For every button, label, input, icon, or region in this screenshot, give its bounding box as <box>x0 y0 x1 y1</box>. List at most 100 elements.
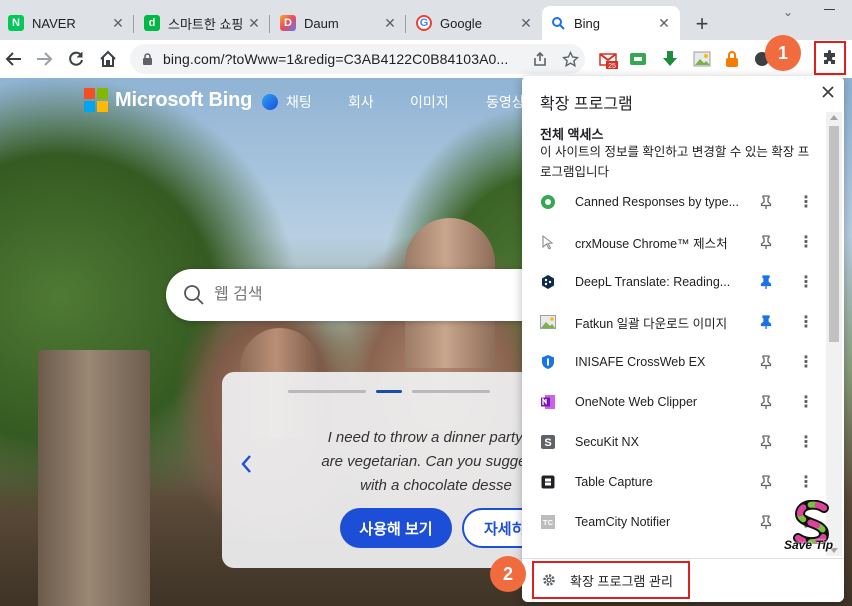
carousel-prev-button[interactable] <box>236 452 256 476</box>
extension-row-onenote[interactable]: OneNote Web Clipper ⋮ <box>522 382 828 422</box>
full-access-description: 이 사이트의 정보를 확인하고 변경할 수 있는 확장 프로그램입니다 <box>540 145 810 179</box>
background-stone-pillar <box>38 350 150 606</box>
carousel-dot-active[interactable] <box>376 390 402 393</box>
tab-separator <box>405 15 406 33</box>
pin-icon[interactable] <box>758 234 774 250</box>
tab-separator <box>269 15 270 33</box>
tab-close-icon[interactable]: ✕ <box>246 15 262 31</box>
scrollbar-thumb[interactable] <box>829 126 839 342</box>
nav-chat[interactable]: 채팅 <box>262 92 312 112</box>
nav-videos-label: 동영상 <box>486 94 525 110</box>
download-arrow-icon[interactable] <box>660 49 680 69</box>
url-text[interactable]: bing.com/?toWww=1&redig=C3AB4122C0B84103… <box>163 51 525 67</box>
svg-text:S: S <box>544 437 551 449</box>
more-options-icon[interactable]: ⋮ <box>798 434 814 451</box>
pin-icon[interactable] <box>758 194 774 210</box>
tab-smartstore[interactable]: d 스마트한 쇼핑 ✕ <box>136 6 270 40</box>
popup-scrollbar[interactable] <box>826 112 842 556</box>
extension-row-canned-responses[interactable]: Canned Responses by type... ⋮ <box>522 182 828 222</box>
window-minimize-button[interactable] <box>814 2 844 16</box>
extension-row-secukit[interactable]: S SecuKit NX ⋮ <box>522 422 828 462</box>
more-options-icon[interactable]: ⋮ <box>798 354 814 371</box>
svg-text:TC: TC <box>543 518 554 527</box>
manage-extensions-button[interactable]: 확장 프로그램 관리 <box>532 561 690 599</box>
green-screen-icon[interactable] <box>628 49 648 69</box>
reload-button[interactable] <box>62 45 90 73</box>
share-icon[interactable] <box>525 51 555 67</box>
back-button[interactable] <box>0 45 28 73</box>
extension-row-fatkun[interactable]: Fatkun 일괄 다운로드 이미지 ⋮ <box>522 302 828 342</box>
tab-search-chevron-icon[interactable]: ⌄ <box>778 4 798 20</box>
extension-name: crxMouse Chrome™ 제스처 <box>575 236 728 251</box>
orange-lock-icon[interactable] <box>722 49 742 69</box>
tab-naver[interactable]: N NAVER ✕ <box>0 6 134 40</box>
copilot-chat-icon <box>262 94 278 110</box>
table-capture-icon <box>540 474 556 490</box>
nav-videos[interactable]: 동영상 <box>486 92 525 112</box>
gmail-checker-icon[interactable]: 25 <box>598 49 618 69</box>
manage-extensions-label: 확장 프로그램 관리 <box>570 573 673 589</box>
new-tab-button[interactable]: + <box>690 11 714 36</box>
onenote-icon <box>540 394 556 410</box>
forward-arrow-icon <box>37 52 53 66</box>
nav-company[interactable]: 회사 <box>348 92 374 112</box>
search-input[interactable] <box>214 286 514 304</box>
more-options-icon[interactable]: ⋮ <box>798 474 814 491</box>
tab-close-icon[interactable]: ✕ <box>518 15 534 31</box>
home-button[interactable] <box>94 45 122 73</box>
extension-name: DeepL Translate: Reading... <box>575 275 731 289</box>
pin-icon[interactable] <box>758 434 774 450</box>
popup-footer: 확장 프로그램 관리 <box>522 558 844 602</box>
inisafe-shield-icon <box>540 354 556 370</box>
extension-name: TeamCity Notifier <box>575 515 671 529</box>
extension-row-crxmouse[interactable]: crxMouse Chrome™ 제스처 ⋮ <box>522 222 828 262</box>
forward-button[interactable] <box>30 45 58 73</box>
popup-close-button[interactable] <box>816 80 840 104</box>
tab-daum[interactable]: D Daum ✕ <box>272 6 406 40</box>
try-it-button[interactable]: 사용해 보기 <box>340 508 452 548</box>
tab-separator <box>133 15 134 33</box>
pinned-icon[interactable] <box>758 274 774 290</box>
more-options-icon[interactable]: ⋮ <box>798 274 814 291</box>
tab-close-icon[interactable]: ✕ <box>656 15 672 31</box>
nav-chat-label: 채팅 <box>286 94 312 110</box>
pin-icon[interactable] <box>758 514 774 530</box>
extension-row-table-capture[interactable]: Table Capture ⋮ <box>522 462 828 502</box>
tab-title: Bing <box>574 15 601 31</box>
extension-row-inisafe[interactable]: INISAFE CrossWeb EX ⋮ <box>522 342 828 382</box>
crxmouse-icon <box>540 234 556 250</box>
bing-logo[interactable]: Microsoft Bing <box>84 88 252 112</box>
more-options-icon[interactable]: ⋮ <box>798 234 814 251</box>
nav-images-label: 이미지 <box>410 94 449 110</box>
scroll-up-arrow-icon[interactable] <box>830 115 838 120</box>
nav-images[interactable]: 이미지 <box>410 92 449 112</box>
extension-row-deepl[interactable]: DeepL Translate: Reading... ⋮ <box>522 262 828 302</box>
reload-icon <box>69 51 83 66</box>
image-picture-icon[interactable] <box>692 49 712 69</box>
lock-icon[interactable] <box>142 52 153 66</box>
tab-bing[interactable]: Bing ✕ <box>542 6 680 40</box>
address-bar[interactable]: bing.com/?toWww=1&redig=C3AB4122C0B84103… <box>130 44 585 74</box>
more-options-icon[interactable]: ⋮ <box>798 394 814 411</box>
tab-google[interactable]: G Google ✕ <box>408 6 542 40</box>
bing-logo-text: Microsoft Bing <box>115 88 253 111</box>
chevron-left-icon <box>241 455 251 473</box>
tab-title: NAVER <box>32 15 76 31</box>
tab-title: Google <box>440 15 482 31</box>
pin-icon[interactable] <box>758 474 774 490</box>
bookmark-star-icon[interactable] <box>555 50 585 68</box>
more-options-icon[interactable]: ⋮ <box>798 194 814 211</box>
pinned-icon[interactable] <box>758 314 774 330</box>
pin-icon[interactable] <box>758 354 774 370</box>
carousel-dot[interactable] <box>412 390 490 393</box>
extensions-puzzle-button[interactable] <box>814 41 846 75</box>
save-tip-watermark: Save Tip <box>782 500 844 556</box>
tab-close-icon[interactable]: ✕ <box>110 15 126 31</box>
pin-icon[interactable] <box>758 394 774 410</box>
step-badge-2: 2 <box>490 556 526 592</box>
more-options-icon[interactable]: ⋮ <box>798 314 814 331</box>
carousel-dot[interactable] <box>288 390 366 393</box>
smartstore-icon: d <box>144 15 160 31</box>
tab-close-icon[interactable]: ✕ <box>382 15 398 31</box>
browser-toolbar: bing.com/?toWww=1&redig=C3AB4122C0B84103… <box>0 40 852 78</box>
